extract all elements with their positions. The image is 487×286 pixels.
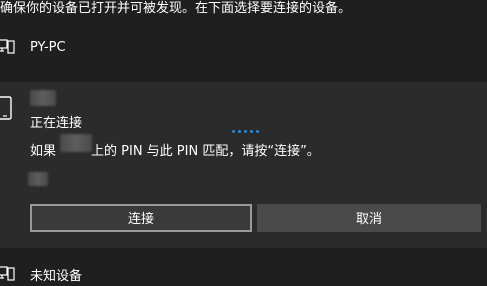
pairing-panel: 正在连接 如果 上的 PIN 与此 PIN 匹配，请按“连接”。 连接 取消 (0, 82, 487, 248)
device-item-unknown[interactable]: 未知设备 (0, 262, 487, 286)
instruction-text: 确保你的设备已打开并可被发现。在下面选择要连接的设备。 (0, 1, 352, 16)
redacted-detail (28, 172, 48, 186)
redacted-device-name-inline (60, 134, 92, 152)
progress-dots-icon (232, 130, 259, 133)
connect-button[interactable]: 连接 (30, 204, 252, 232)
pin-prefix: 如果 (30, 144, 57, 159)
device-name: PY-PC (30, 39, 66, 55)
connection-status: 正在连接 (30, 116, 83, 131)
phone-icon (0, 96, 12, 120)
device-name: 未知设备 (30, 268, 83, 284)
device-item-py-pc[interactable]: PY-PC (0, 30, 487, 64)
pin-suffix: 上的 PIN 与此 PIN 匹配，请按“连接”。 (91, 144, 320, 159)
cancel-button[interactable]: 取消 (257, 204, 481, 232)
desktop-computer-icon (0, 39, 15, 54)
desktop-computer-icon (0, 266, 15, 281)
redacted-device-name (30, 90, 56, 106)
